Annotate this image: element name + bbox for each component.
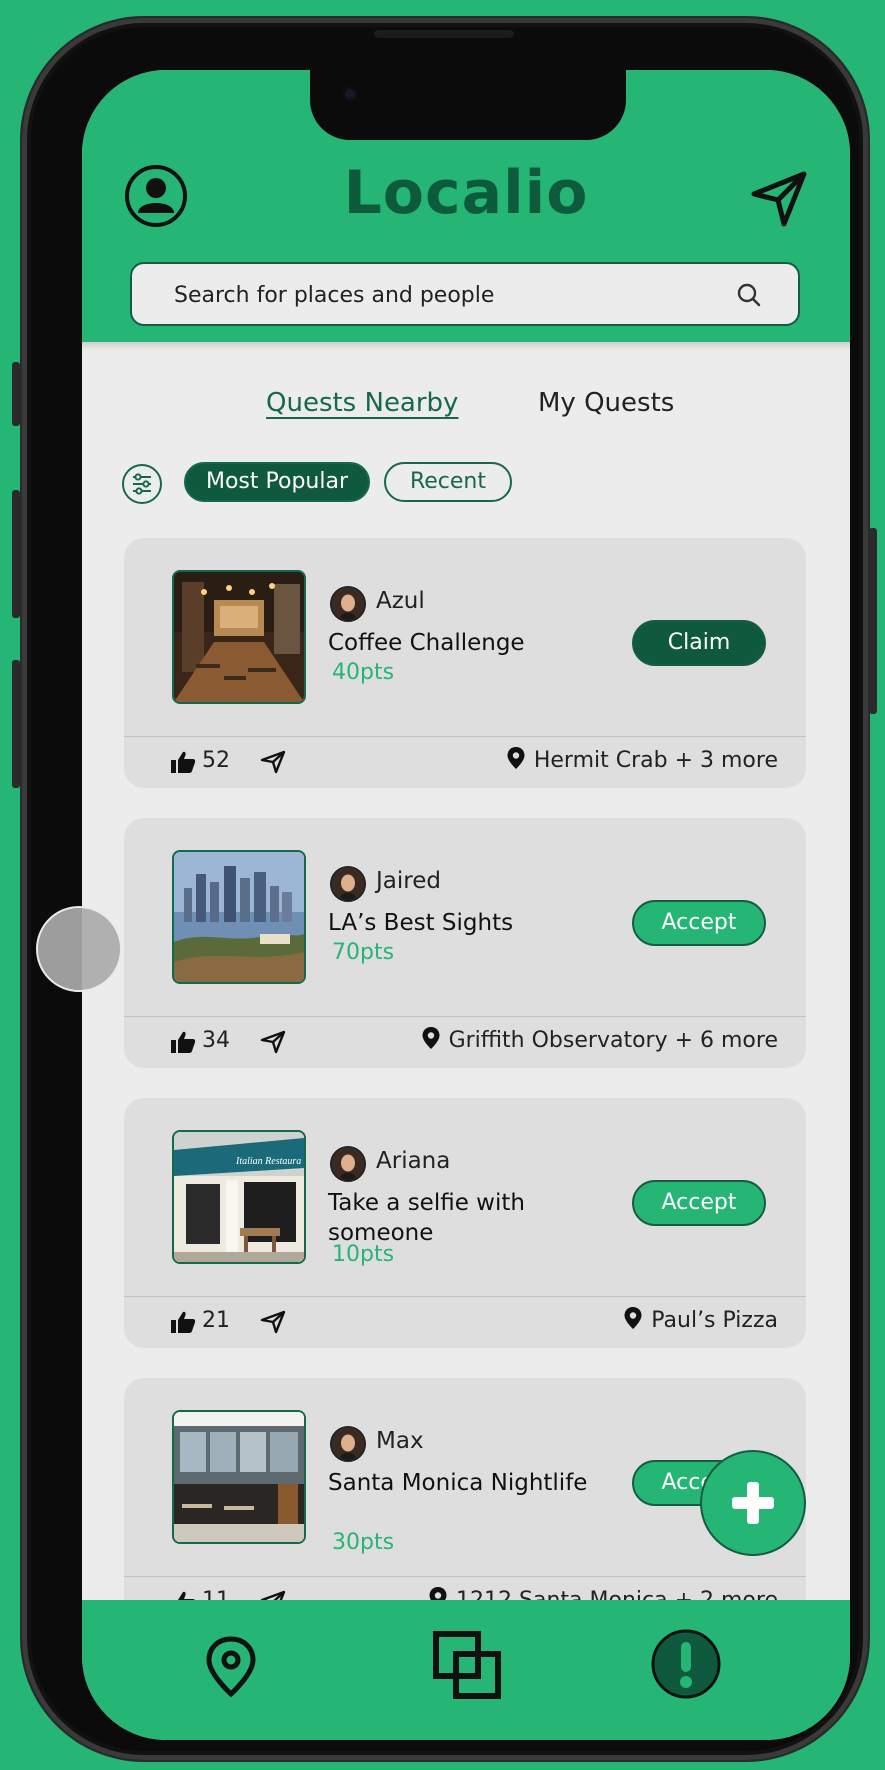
send-icon	[751, 171, 807, 227]
quest-location: Hermit Crab + 3 more	[506, 746, 778, 773]
quest-author: Max	[376, 1428, 424, 1454]
avatar	[330, 1426, 366, 1462]
power-button	[869, 528, 877, 714]
plus-icon	[732, 1482, 774, 1524]
earpiece-speaker	[374, 30, 514, 38]
avatar	[330, 586, 366, 622]
svg-text:Italian Restaura: Italian Restaura	[235, 1156, 301, 1167]
silent-switch	[12, 362, 20, 426]
add-quest-button[interactable]	[700, 1450, 806, 1556]
filter-icon	[133, 473, 151, 495]
card-footer: 52 Hermit Crab + 3 more	[124, 736, 806, 788]
like-count: 34	[202, 1028, 230, 1053]
nav-quests[interactable]	[432, 1630, 502, 1704]
quest-title: Santa Monica Nightlife	[328, 1470, 588, 1496]
thumbs-up-icon[interactable]	[170, 750, 196, 774]
quest-author: Jaired	[376, 868, 441, 894]
front-camera	[342, 86, 358, 102]
quest-tabs: Quests Nearby My Quests	[82, 388, 850, 428]
quest-author: Azul	[376, 588, 425, 614]
search-bar	[130, 262, 800, 326]
quest-title: LA’s Best Sights	[328, 910, 514, 936]
stacked-squares-icon	[433, 1631, 501, 1699]
notch	[310, 70, 626, 140]
accept-button[interactable]: Accept	[632, 900, 766, 946]
quest-location-text: Griffith Observatory + 6 more	[448, 1028, 778, 1053]
thumbs-up-icon[interactable]	[170, 1310, 196, 1334]
quest-card[interactable]: Azul Coffee Challenge 40pts Claim 52 Her…	[124, 538, 806, 788]
messages-button[interactable]	[748, 168, 810, 230]
quest-location: Griffith Observatory + 6 more	[421, 1026, 778, 1053]
nav-map[interactable]	[204, 1636, 258, 1702]
quest-photo-cafe	[172, 570, 306, 704]
app-screen: Localio Quests Nearby My Quests	[82, 70, 850, 1740]
quest-photo-nightlife	[172, 1410, 306, 1544]
quest-points: 10pts	[332, 1242, 395, 1267]
quest-title: Take a selfie with someone	[328, 1190, 525, 1246]
location-pin-icon	[507, 747, 525, 769]
thumbs-up-icon[interactable]	[170, 1030, 196, 1054]
quest-points: 30pts	[332, 1530, 395, 1555]
share-icon[interactable]	[260, 1310, 286, 1334]
claim-button[interactable]: Claim	[632, 620, 766, 666]
quest-author: Ariana	[376, 1148, 451, 1174]
quest-location: Paul’s Pizza	[623, 1306, 778, 1333]
alert-icon	[651, 1629, 721, 1699]
like-count: 21	[202, 1308, 230, 1333]
share-icon[interactable]	[260, 1030, 286, 1054]
search-icon[interactable]	[736, 282, 762, 308]
quest-points: 40pts	[332, 660, 395, 685]
map-pin-icon	[206, 1636, 256, 1698]
quest-card[interactable]: Jaired LA’s Best Sights 70pts Accept 34 …	[124, 818, 806, 1068]
card-footer: 34 Griffith Observatory + 6 more	[124, 1016, 806, 1068]
location-pin-icon	[422, 1027, 440, 1049]
filter-most-popular[interactable]: Most Popular	[184, 462, 370, 502]
quest-points: 70pts	[332, 940, 395, 965]
tab-my-quests[interactable]: My Quests	[538, 388, 674, 418]
like-count: 52	[202, 748, 230, 773]
filter-recent[interactable]: Recent	[384, 462, 512, 502]
avatar	[330, 866, 366, 902]
quest-location-text: Paul’s Pizza	[651, 1308, 778, 1333]
share-icon[interactable]	[260, 750, 286, 774]
touch-indicator	[36, 906, 122, 992]
phone-frame: Localio Quests Nearby My Quests	[22, 18, 868, 1760]
volume-up-button	[12, 490, 20, 618]
header-shadow	[82, 342, 850, 350]
bottom-nav	[82, 1600, 850, 1740]
quest-location-text: Hermit Crab + 3 more	[533, 748, 778, 773]
tab-quests-nearby[interactable]: Quests Nearby	[266, 388, 458, 418]
nav-alerts[interactable]	[650, 1628, 722, 1704]
app-title: Localio	[343, 158, 589, 228]
search-input[interactable]	[172, 264, 716, 326]
quest-card[interactable]: Italian Restaura Ariana Take a selfie wi…	[124, 1098, 806, 1348]
card-footer: 21 Paul’s Pizza	[124, 1296, 806, 1348]
quest-photo-restaurant: Italian Restaura	[172, 1130, 306, 1264]
quest-photo-la-skyline	[172, 850, 306, 984]
location-pin-icon	[624, 1307, 642, 1329]
quest-title: Coffee Challenge	[328, 630, 525, 656]
filter-button[interactable]	[122, 464, 162, 504]
avatar	[330, 1146, 366, 1182]
volume-down-button	[12, 660, 20, 788]
accept-button[interactable]: Accept	[632, 1180, 766, 1226]
